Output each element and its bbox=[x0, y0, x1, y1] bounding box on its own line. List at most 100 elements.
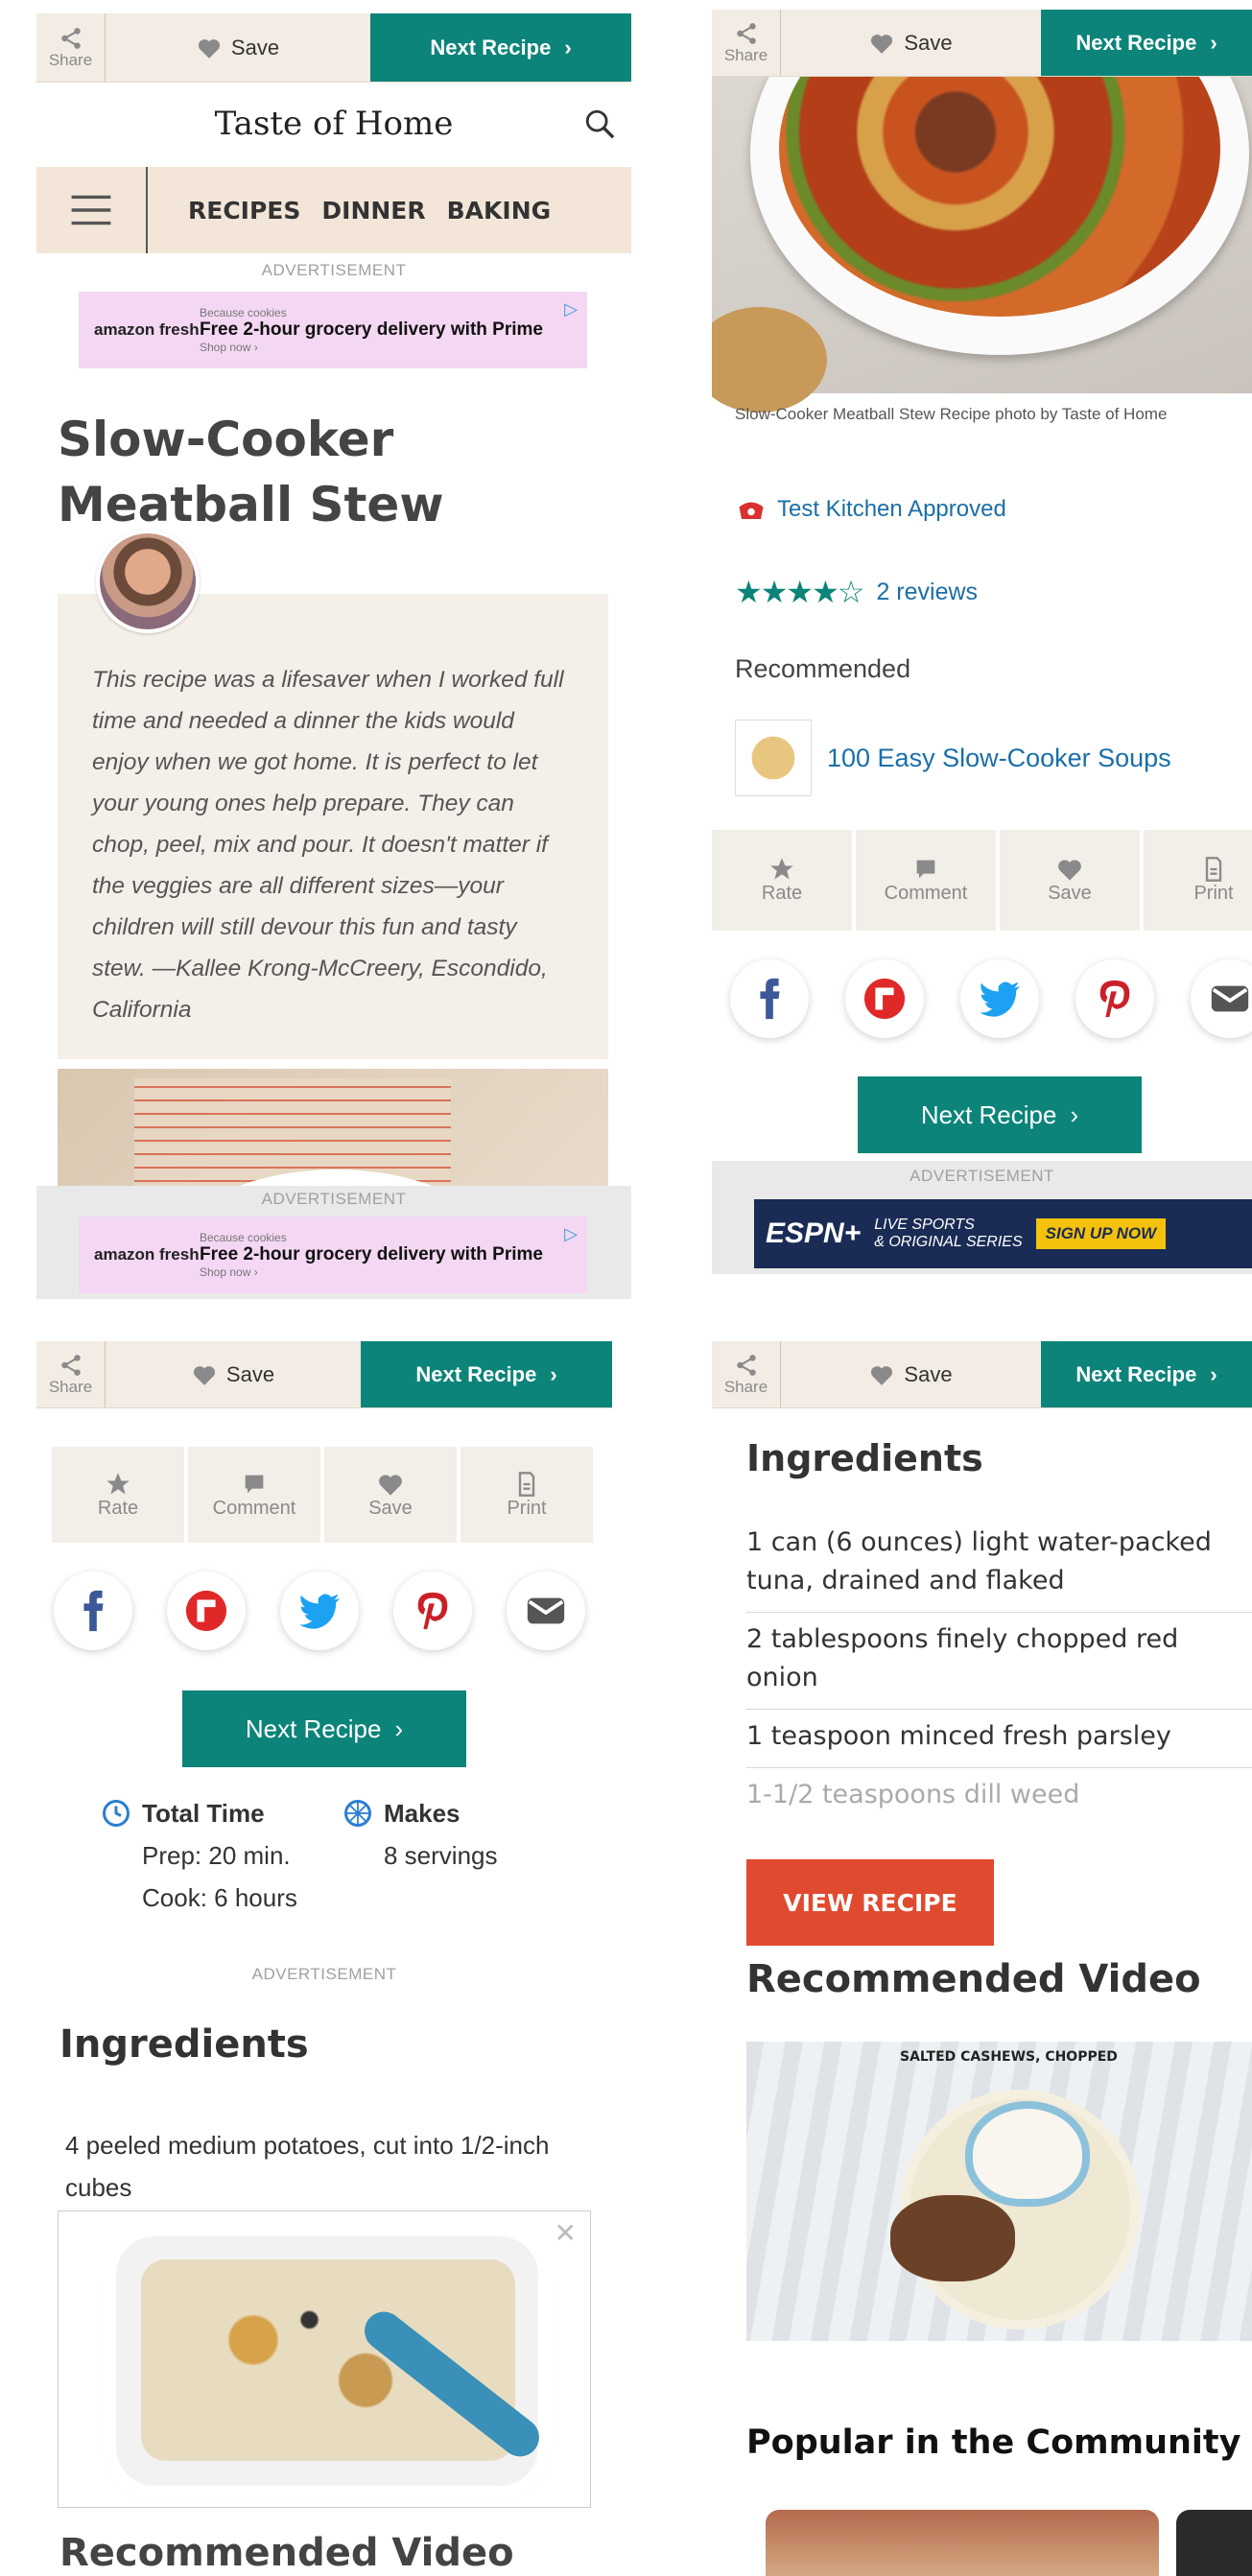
rate-button[interactable]: Rate bbox=[712, 830, 856, 931]
share-icon bbox=[736, 22, 756, 44]
save-recipe-button-3[interactable]: Save bbox=[324, 1447, 461, 1543]
save-button-4[interactable]: Save bbox=[781, 1341, 1041, 1407]
ad-brand: amazon fresh bbox=[94, 320, 200, 339]
bottom-ad-label: ADVERTISEMENT bbox=[261, 1190, 407, 1208]
recipe-photo-preview bbox=[58, 1069, 608, 1203]
chevron-right-icon: › bbox=[1210, 30, 1217, 55]
menu-button[interactable] bbox=[36, 167, 148, 253]
makes-row: Makes bbox=[343, 1792, 498, 1834]
share-button-2[interactable]: Share bbox=[712, 10, 781, 76]
recipe-toolbar-3: Rate Comment Save Print bbox=[52, 1447, 597, 1543]
bottom-ad-strip: ADVERTISEMENT amazon fresh Because cooki… bbox=[36, 1186, 631, 1299]
bread-pudding-image bbox=[141, 2259, 515, 2461]
next-recipe-large-label: Next Recipe bbox=[920, 1099, 1057, 1129]
next-recipe-button-4[interactable]: Next Recipe › bbox=[1041, 1341, 1252, 1407]
author-avatar bbox=[96, 530, 200, 633]
sticky-action-bar-3: Share Save Next Recipe › bbox=[36, 1341, 612, 1408]
recipe-description: This recipe was a lifesaver when I worke… bbox=[92, 667, 564, 1023]
next-recipe-large-label: Next Recipe bbox=[245, 1713, 382, 1743]
recommended-link[interactable]: 100 Easy Slow-Cooker Soups bbox=[827, 744, 1171, 773]
chevron-right-icon: › bbox=[564, 35, 572, 59]
twitter-icon bbox=[298, 1594, 341, 1629]
save-button-3[interactable]: Save bbox=[106, 1341, 361, 1407]
next-recipe-button[interactable]: Next Recipe › bbox=[370, 13, 631, 82]
next-recipe-large-button[interactable]: Next Recipe › bbox=[858, 1076, 1142, 1153]
next-recipe-button-3[interactable]: Next Recipe › bbox=[361, 1341, 612, 1407]
chevron-right-icon: › bbox=[550, 1361, 557, 1386]
nav-bar: RECIPES DINNER BAKING bbox=[36, 167, 631, 253]
video-ad-thumbnail[interactable]: ✕ bbox=[58, 2210, 591, 2508]
facebook-button-3[interactable] bbox=[54, 1572, 132, 1650]
bottom-ad-brand: amazon fresh bbox=[94, 1245, 200, 1264]
amazon-fresh-ad[interactable]: amazon fresh Because cookies Free 2-hour… bbox=[79, 292, 587, 368]
nav-item-recipes[interactable]: RECIPES bbox=[188, 197, 300, 225]
comment-button-3[interactable]: Comment bbox=[188, 1447, 324, 1543]
save-recipe-label: Save bbox=[368, 1497, 413, 1519]
screenshot-panel-4: Share Save Next Recipe › Ingredients 1 c… bbox=[712, 1341, 1252, 2576]
test-kitchen-badge[interactable]: Test Kitchen Approved bbox=[735, 495, 1006, 524]
twitter-button[interactable] bbox=[960, 959, 1039, 1038]
espn-cta-button[interactable]: SIGN UP NOW bbox=[1035, 1218, 1167, 1249]
email-icon bbox=[527, 1597, 565, 1624]
save-button[interactable]: Save bbox=[106, 13, 370, 82]
bread-image bbox=[712, 307, 827, 413]
print-button[interactable]: Print bbox=[1144, 830, 1252, 931]
total-time-label: Total Time bbox=[142, 1799, 265, 1828]
email-button[interactable] bbox=[1191, 959, 1252, 1038]
email-button-3[interactable] bbox=[507, 1572, 585, 1650]
flipboard-button-3[interactable] bbox=[167, 1572, 246, 1650]
recommended-video-player[interactable]: SALTED CASHEWS, CHOPPED bbox=[746, 2042, 1252, 2341]
bottom-amazon-fresh-ad[interactable]: amazon fresh Because cookies Free 2-hour… bbox=[79, 1217, 587, 1293]
community-card-1[interactable] bbox=[766, 2510, 1159, 2576]
comment-button[interactable]: Comment bbox=[856, 830, 1000, 931]
espn-ad-strip: ADVERTISEMENT ESPN+ LIVE SPORTS & ORIGIN… bbox=[712, 1161, 1252, 1274]
share-icon bbox=[736, 1354, 756, 1376]
espn-ad[interactable]: ESPN+ LIVE SPORTS & ORIGINAL SERIES SIGN… bbox=[754, 1199, 1252, 1268]
reviews-link[interactable]: 2 reviews bbox=[876, 579, 978, 606]
share-button-3[interactable]: Share bbox=[36, 1341, 106, 1407]
pinterest-button-3[interactable] bbox=[393, 1572, 472, 1650]
bottom-ad-choices-icon[interactable]: ▷ bbox=[564, 1224, 578, 1244]
espn-tagline: LIVE SPORTS & ORIGINAL SERIES bbox=[874, 1217, 1022, 1251]
save-label: Save bbox=[230, 35, 280, 59]
ad-label: ADVERTISEMENT bbox=[261, 261, 407, 279]
search-icon[interactable] bbox=[583, 107, 616, 140]
save-recipe-button[interactable]: Save bbox=[1000, 830, 1144, 931]
community-card-2[interactable] bbox=[1176, 2510, 1252, 2576]
next-recipe-button-2[interactable]: Next Recipe › bbox=[1041, 10, 1252, 76]
ingredient-item: 1 can (6 ounces) light water-packed tuna… bbox=[746, 1516, 1252, 1613]
flipboard-button[interactable] bbox=[845, 959, 924, 1038]
close-icon[interactable]: ✕ bbox=[555, 2217, 577, 2249]
view-recipe-button[interactable]: VIEW RECIPE bbox=[746, 1859, 994, 1946]
rate-button-3[interactable]: Rate bbox=[52, 1447, 188, 1543]
bottom-ad-copy: Because cookies Free 2-hour grocery deli… bbox=[200, 1231, 543, 1279]
nav-item-baking[interactable]: BAKING bbox=[447, 197, 552, 225]
share-label: Share bbox=[723, 1377, 768, 1396]
heart-icon bbox=[198, 38, 220, 59]
cook-time: Cook: 6 hours bbox=[142, 1883, 297, 1912]
recommended-video-heading-4: Recommended Video bbox=[746, 1957, 1201, 2001]
rating-row[interactable]: ★★★★☆ 2 reviews bbox=[735, 574, 978, 610]
share-button[interactable]: Share bbox=[36, 13, 106, 82]
ingredient-item: 2 tablespoons finely chopped red onion bbox=[746, 1613, 1252, 1710]
ad-choices-icon[interactable]: ▷ bbox=[564, 299, 578, 319]
twitter-button-3[interactable] bbox=[280, 1572, 359, 1650]
photo-caption: Slow-Cooker Meatball Stew Recipe photo b… bbox=[735, 405, 1168, 423]
share-label: Share bbox=[723, 45, 768, 64]
pinterest-button[interactable] bbox=[1075, 959, 1154, 1038]
facebook-button[interactable] bbox=[730, 959, 809, 1038]
nav-item-dinner[interactable]: DINNER bbox=[321, 197, 425, 225]
save-button-2[interactable]: Save bbox=[781, 10, 1041, 76]
share-button-4[interactable]: Share bbox=[712, 1341, 781, 1407]
print-label: Print bbox=[507, 1497, 547, 1519]
ingredients-heading-4: Ingredients bbox=[746, 1437, 983, 1479]
sticky-action-bar-2: Share Save Next Recipe › bbox=[712, 10, 1252, 77]
site-logo[interactable]: Taste of Home bbox=[215, 105, 454, 143]
comment-icon bbox=[916, 860, 935, 879]
next-recipe-large-button-3[interactable]: Next Recipe › bbox=[182, 1690, 466, 1767]
facebook-icon bbox=[83, 1590, 104, 1632]
recommended-item[interactable]: 100 Easy Slow-Cooker Soups bbox=[735, 720, 1171, 796]
comment-label: Comment bbox=[212, 1497, 296, 1519]
espn-tagline-line1: LIVE SPORTS bbox=[874, 1217, 975, 1233]
print-button-3[interactable]: Print bbox=[461, 1447, 597, 1543]
